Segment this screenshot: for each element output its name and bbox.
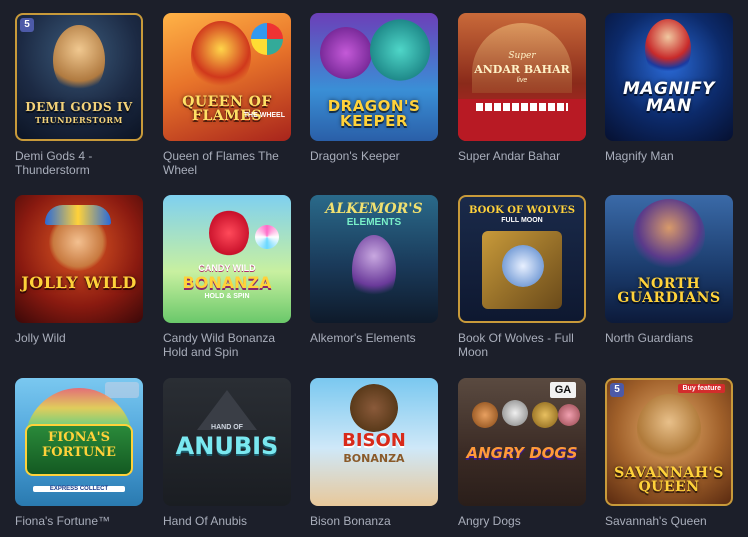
provider-badge: 5 (610, 383, 624, 397)
game-tile-super-andar-bahar[interactable]: Super ANDAR BAHAR live Super Andar Bahar (458, 13, 586, 163)
game-thumbnail[interactable]: CANDY WILD BONANZA HOLD & SPIN (163, 195, 291, 323)
game-tile-queen-of-flames[interactable]: QUEEN OF FLAMES THE WHEEL Queen of Flame… (163, 13, 291, 177)
queen-figure (191, 21, 251, 91)
dog-figure (558, 404, 580, 426)
game-art-title: NORTH GUARDIANS (617, 276, 721, 306)
game-title[interactable]: Alkemor's Elements (310, 331, 438, 345)
game-thumbnail[interactable]: 5 DEMI GODS IV THUNDERSTORM (15, 13, 143, 141)
game-title[interactable]: Angry Dogs (458, 514, 586, 528)
card-row (476, 103, 568, 111)
provider-badge: GA (550, 382, 576, 398)
game-art-title: ALKEMOR'S (325, 201, 423, 217)
game-art-title: ANUBIS (175, 432, 279, 460)
game-thumbnail[interactable]: NORTH GUARDIANS (605, 195, 733, 323)
game-title[interactable]: Book Of Wolves - Full Moon (458, 331, 586, 359)
game-title[interactable]: Candy Wild Bonanza Hold and Spin (163, 331, 291, 359)
game-thumbnail[interactable]: BISON BONANZA (310, 378, 438, 506)
game-art-title: FIONA'S FORTUNE (42, 430, 116, 460)
game-art-subtitle: CANDY WILD (198, 263, 256, 273)
hero-figure (645, 19, 691, 79)
game-art-title: BISON (342, 430, 406, 451)
game-art-subtitle: EXPRESS COLLECT (33, 486, 125, 492)
game-tile-hand-of-anubis[interactable]: HAND OF ANUBIS Hand Of Anubis (163, 378, 291, 528)
game-art-title: ANDAR BAHAR (474, 63, 570, 76)
game-art-subtitle: BONANZA (343, 452, 405, 465)
game-title[interactable]: Magnify Man (605, 149, 733, 163)
dog-figure (472, 402, 498, 428)
game-art-title: JOLLY WILD (21, 273, 137, 292)
game-tile-magnify-man[interactable]: MAGNIFY MAN Magnify Man (605, 13, 733, 163)
game-tile-fionas-fortune[interactable]: FIONA'S FORTUNE EXPRESS COLLECT Fiona's … (15, 378, 143, 528)
moon-icon (502, 245, 544, 287)
game-title[interactable]: Bison Bonanza (310, 514, 438, 528)
game-tile-savannahs-queen[interactable]: 5 Buy feature SAVANNAH'S QUEEN Savannah'… (605, 378, 733, 528)
game-tile-candy-wild-bonanza[interactable]: CANDY WILD BONANZA HOLD & SPIN Candy Wil… (163, 195, 291, 359)
game-tile-alkemors-elements[interactable]: ALKEMOR'S ELEMENTS Alkemor's Elements (310, 195, 438, 345)
game-art-subtitle: Super (508, 51, 536, 61)
game-art-title: BOOK OF WOLVES (469, 205, 575, 216)
game-thumbnail[interactable]: JOLLY WILD (15, 195, 143, 323)
game-title[interactable]: Fiona's Fortune™ (15, 514, 143, 528)
game-art-title: SAVANNAH'S QUEEN (614, 465, 724, 495)
game-thumbnail[interactable]: BOOK OF WOLVES FULL MOON (458, 195, 586, 323)
game-thumbnail[interactable]: GA ANGRY DOGS (458, 378, 586, 506)
game-title[interactable]: Super Andar Bahar (458, 149, 586, 163)
dragon-figure-purple (320, 27, 372, 79)
game-art-live: live (516, 77, 528, 84)
gummy-bear (209, 209, 249, 257)
game-art-subtitle: THE WHEEL (243, 112, 285, 119)
game-title[interactable]: Jolly Wild (15, 331, 143, 345)
lioness-figure (637, 394, 701, 464)
game-tile-bison-bonanza[interactable]: BISON BONANZA Bison Bonanza (310, 378, 438, 528)
game-thumbnail[interactable]: FIONA'S FORTUNE EXPRESS COLLECT (15, 378, 143, 506)
game-title[interactable]: Demi Gods 4 - Thunderstorm (15, 149, 143, 177)
game-art-subtitle: HAND OF (211, 424, 243, 431)
buy-feature-badge: Buy feature (678, 384, 725, 393)
game-thumbnail[interactable]: 5 Buy feature SAVANNAH'S QUEEN (605, 378, 733, 506)
wheel-icon (251, 23, 283, 55)
game-tile-angry-dogs[interactable]: GA ANGRY DOGS Angry Dogs (458, 378, 586, 528)
game-tile-book-of-wolves[interactable]: BOOK OF WOLVES FULL MOON Book Of Wolves … (458, 195, 586, 359)
bison-figure (350, 384, 398, 432)
game-grid: 5 DEMI GODS IV THUNDERSTORM Demi Gods 4 … (0, 0, 748, 537)
game-thumbnail[interactable]: Super ANDAR BAHAR live (458, 13, 586, 141)
hero-figure (53, 25, 105, 95)
game-thumbnail[interactable]: DRAGON'S KEEPER (310, 13, 438, 141)
game-title[interactable]: Queen of Flames The Wheel (163, 149, 291, 177)
jester-hat (45, 205, 111, 225)
game-art-subtitle: FULL MOON (501, 217, 543, 224)
game-thumbnail[interactable]: HAND OF ANUBIS (163, 378, 291, 506)
game-art-title: DEMI GODS IV THUNDERSTORM (25, 100, 133, 125)
game-art-title: ANGRY DOGS (466, 444, 578, 462)
game-art-title: BONANZA (182, 273, 272, 292)
game-title[interactable]: Savannah's Queen (605, 514, 733, 528)
game-tile-demi-gods-4[interactable]: 5 DEMI GODS IV THUNDERSTORM Demi Gods 4 … (15, 13, 143, 177)
lollipop (255, 225, 279, 249)
game-art-holdspin: HOLD & SPIN (204, 293, 250, 300)
game-title[interactable]: Hand Of Anubis (163, 514, 291, 528)
game-title[interactable]: Dragon's Keeper (310, 149, 438, 163)
dragon-figure-teal (370, 19, 430, 81)
game-title[interactable]: North Guardians (605, 331, 733, 345)
dog-figure (502, 400, 528, 426)
alchemist-figure (352, 235, 396, 305)
warrior-figure (633, 199, 705, 271)
game-thumbnail[interactable]: MAGNIFY MAN (605, 13, 733, 141)
game-tile-jolly-wild[interactable]: JOLLY WILD Jolly Wild (15, 195, 143, 345)
provider-badge: 5 (20, 18, 34, 32)
feature-badge (105, 382, 139, 398)
game-art-title: MAGNIFY MAN (622, 79, 715, 116)
game-art-title: DRAGON'S KEEPER (327, 97, 421, 130)
game-thumbnail[interactable]: ALKEMOR'S ELEMENTS (310, 195, 438, 323)
game-thumbnail[interactable]: QUEEN OF FLAMES THE WHEEL (163, 13, 291, 141)
game-art-subtitle: ELEMENTS (346, 217, 402, 228)
game-tile-north-guardians[interactable]: NORTH GUARDIANS North Guardians (605, 195, 733, 345)
game-tile-dragons-keeper[interactable]: DRAGON'S KEEPER Dragon's Keeper (310, 13, 438, 163)
dog-figure (532, 402, 558, 428)
